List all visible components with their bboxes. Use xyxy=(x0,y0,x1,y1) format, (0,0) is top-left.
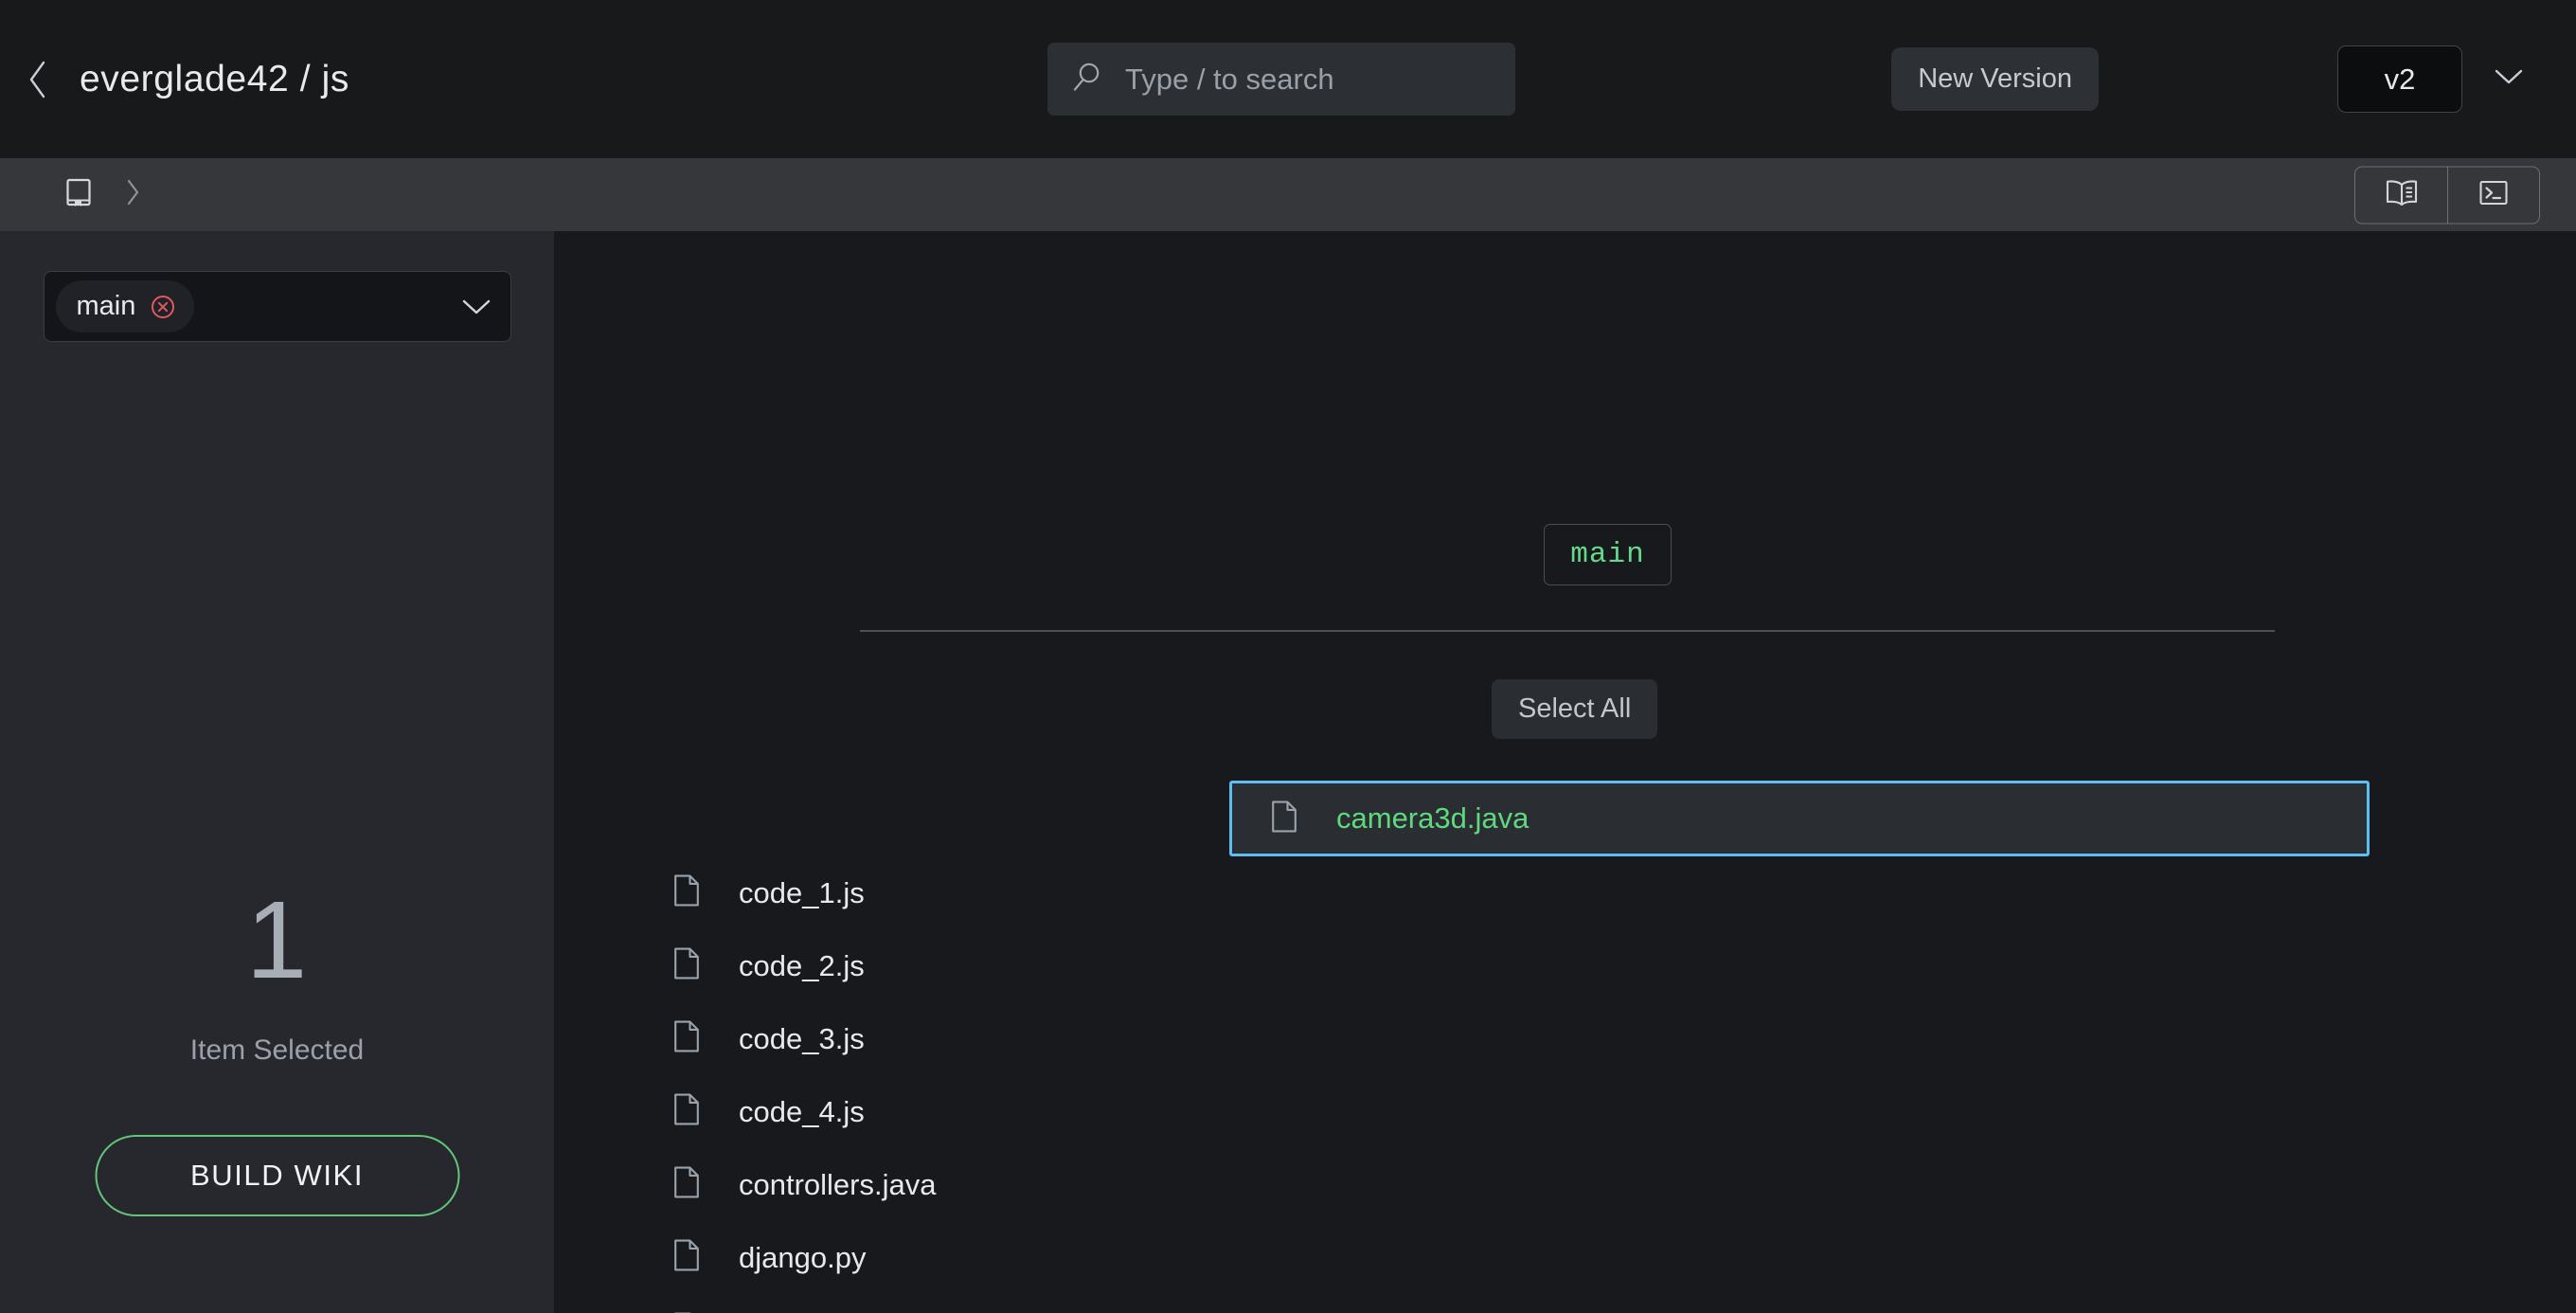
main-panel: main Select All camera3d.java code_1.js … xyxy=(554,231,2576,1313)
open-book-icon xyxy=(2383,177,2421,212)
sidebar: main 1 Item Selected BUILD WIKI xyxy=(0,231,554,1313)
file-list: camera3d.java code_1.js code_2.js code_3… xyxy=(554,781,2576,1313)
file-list-item[interactable]: code_1.js xyxy=(554,856,2576,929)
view-mode-wiki-button[interactable] xyxy=(2355,167,2447,223)
selected-count-label: Item Selected xyxy=(189,1034,365,1066)
file-name: code_4.js xyxy=(739,1094,865,1128)
file-list-item[interactable]: modified-file xyxy=(554,1294,2576,1313)
top-bar: everglade42 / js New Version v2 xyxy=(0,0,2576,158)
view-mode-terminal-button[interactable] xyxy=(2447,167,2539,223)
file-icon xyxy=(672,946,701,985)
breadcrumb-bar xyxy=(0,158,2576,231)
circle-x-icon[interactable] xyxy=(149,293,177,321)
file-name: camera3d.java xyxy=(1336,801,1530,835)
file-icon xyxy=(672,1019,701,1058)
file-list-item[interactable]: code_4.js xyxy=(554,1075,2576,1148)
file-icon xyxy=(672,1092,701,1131)
body: main 1 Item Selected BUILD WIKI main Sel… xyxy=(0,231,2576,1313)
chevron-left-icon xyxy=(26,59,50,100)
branch-badge: main xyxy=(1544,524,1672,585)
selected-count: 1 xyxy=(245,878,309,1001)
version-dropdown-toggle[interactable] xyxy=(2487,58,2531,101)
file-icon xyxy=(1270,800,1298,838)
select-all-button[interactable]: Select All xyxy=(1492,679,1658,739)
file-icon xyxy=(672,1165,701,1204)
new-version-button[interactable]: New Version xyxy=(1891,47,2099,111)
file-list-item[interactable]: code_3.js xyxy=(554,1002,2576,1075)
file-name: controllers.java xyxy=(739,1167,937,1201)
version-selector[interactable]: v2 xyxy=(2337,45,2462,113)
section-divider xyxy=(860,630,2275,632)
search-icon xyxy=(1070,60,1104,99)
selection-summary: 1 Item Selected xyxy=(0,885,554,1067)
file-list-item[interactable]: camera3d.java xyxy=(1229,781,2370,856)
app-root: everglade42 / js New Version v2 xyxy=(0,0,2576,1313)
chevron-right-icon xyxy=(124,177,141,212)
file-name: django.py xyxy=(739,1240,867,1274)
file-name: code_1.js xyxy=(739,875,865,909)
chevron-down-icon[interactable] xyxy=(457,288,495,326)
branch-chip[interactable]: main xyxy=(55,280,195,333)
terminal-icon xyxy=(2478,177,2510,212)
breadcrumb-separator xyxy=(119,179,146,211)
view-mode-toggle xyxy=(2354,166,2540,224)
page-title: everglade42 / js xyxy=(80,58,349,99)
file-list-item[interactable]: code_2.js xyxy=(554,929,2576,1002)
back-button[interactable] xyxy=(17,59,59,100)
file-name: code_2.js xyxy=(739,948,865,982)
chevron-down-icon xyxy=(2493,66,2525,92)
branch-chip-label: main xyxy=(76,291,136,321)
file-list-item[interactable]: controllers.java xyxy=(554,1148,2576,1221)
search-input[interactable] xyxy=(1125,62,1503,97)
file-icon xyxy=(672,873,701,912)
branch-select[interactable]: main xyxy=(43,271,511,342)
file-list-item[interactable]: django.py xyxy=(554,1221,2576,1294)
file-icon xyxy=(672,1238,701,1277)
breadcrumb-home-button[interactable] xyxy=(59,175,98,215)
build-wiki-button[interactable]: BUILD WIKI xyxy=(95,1135,459,1216)
book-bookmark-icon xyxy=(63,176,94,213)
search-box[interactable] xyxy=(1047,43,1515,116)
file-name: code_3.js xyxy=(739,1021,865,1055)
